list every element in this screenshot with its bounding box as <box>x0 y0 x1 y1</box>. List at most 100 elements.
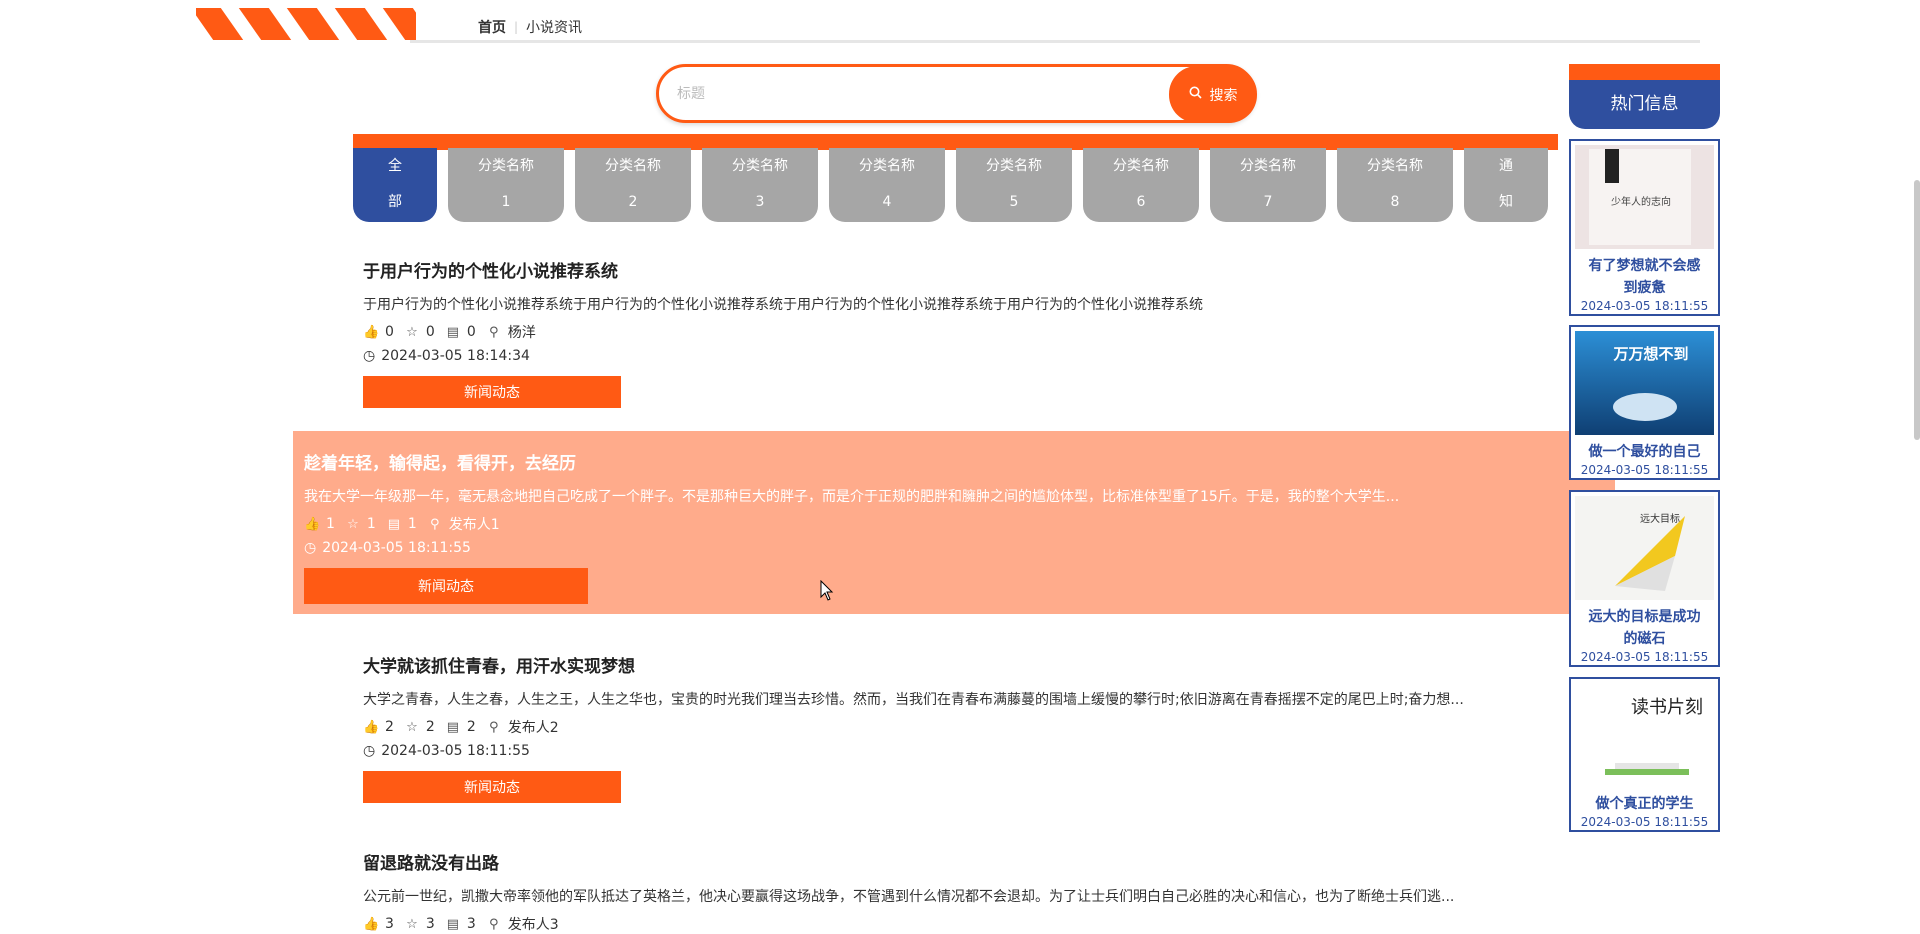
tab-category-1[interactable]: 分类名称 1 <box>448 148 564 222</box>
news-title[interactable]: 趁着年轻，输得起，看得开，去经历 <box>304 449 1605 474</box>
scrollbar-thumb[interactable] <box>1914 180 1920 440</box>
news-item[interactable]: 留退路就没有出路 公元前一世纪，凯撒大帝率领他的军队抵达了英格兰，他决心要赢得这… <box>363 849 1543 934</box>
tab-category-7[interactable]: 分类名称 7 <box>1210 148 1326 222</box>
sidebar-item-time: 2024-03-05 18:11:55 <box>1580 299 1709 313</box>
mouse-cursor-icon <box>820 579 834 606</box>
tab-label-line2: 1 <box>501 194 511 210</box>
sidebar-item[interactable]: 读书片刻 做个真正的学生 2024-03-05 18:11:55 <box>1569 677 1720 832</box>
comment-icon: ▤ <box>446 324 459 340</box>
sidebar-item-time: 2024-03-05 18:11:55 <box>1580 463 1709 477</box>
favorite-count: 3 <box>425 916 435 932</box>
header-stripes-decoration <box>196 8 416 40</box>
breadcrumb: 首页 | 小说资讯 <box>478 17 582 37</box>
author-name: 发布人1 <box>448 517 500 533</box>
user-icon: ⚲ <box>489 719 499 735</box>
like-count: 1 <box>326 516 335 532</box>
thumbs-up-icon: 👍 <box>363 324 380 340</box>
news-title[interactable]: 留退路就没有出路 <box>363 849 1543 874</box>
tab-label-line1: 全 <box>388 158 402 174</box>
book-cover-image: 少年人的志向 <box>1575 145 1714 253</box>
tab-label-line2: 4 <box>882 194 892 210</box>
tab-label-line2: 8 <box>1390 194 1400 210</box>
news-item-hovered[interactable]: 趁着年轻，输得起，看得开，去经历 我在大学一年级那一年，毫无悬念地把自己吃成了一… <box>293 431 1615 614</box>
news-item[interactable]: 大学就该抓住青春，用汗水实现梦想 大学之青春，人生之春，人生之王，人生之华也，宝… <box>363 652 1543 803</box>
sidebar-item-title-line2: 到疲惫 <box>1623 280 1666 296</box>
sidebar-item-title: 远大的目标是成功 的磁石 <box>1571 604 1718 650</box>
sidebar-item[interactable]: 万万想不到 做一个最好的自己 2024-03-05 18:11:55 <box>1569 325 1720 480</box>
sidebar-item-title-line1: 远大的目标是成功 <box>1588 609 1701 625</box>
news-category-button[interactable]: 新闻动态 <box>363 771 621 803</box>
search-button[interactable]: 搜索 <box>1169 66 1257 123</box>
tab-label-line2: 7 <box>1263 194 1273 210</box>
tab-label-line1: 分类名称 <box>859 158 915 174</box>
tab-label-line1: 通 <box>1499 158 1513 174</box>
user-icon: ⚲ <box>430 516 440 532</box>
favorite-count: 1 <box>366 516 376 532</box>
comment-count: 0 <box>466 324 476 340</box>
news-meta: 👍 0 ☆ 0 ▤ 0 ⚲ 杨洋 <box>363 322 1543 342</box>
news-title[interactable]: 于用户行为的个性化小说推荐系统 <box>363 257 1543 282</box>
tab-label-line1: 分类名称 <box>986 158 1042 174</box>
news-category-button[interactable]: 新闻动态 <box>304 568 588 604</box>
comment-icon: ▤ <box>387 516 400 532</box>
tab-label-line1: 分类名称 <box>605 158 661 174</box>
book-cover-title: 远大目标 <box>1640 512 1680 525</box>
search-input[interactable] <box>675 79 1095 109</box>
favorite-count: 2 <box>425 719 435 735</box>
tab-all[interactable]: 全 部 <box>353 148 437 222</box>
tab-notice[interactable]: 通 知 <box>1464 148 1548 222</box>
sidebar-item-title-line1: 有了梦想就不会感 <box>1588 258 1701 274</box>
news-description: 公元前一世纪，凯撒大帝率领他的军队抵达了英格兰，他决心要赢得这场战争，不管遇到什… <box>363 889 1455 905</box>
sidebar-item[interactable]: 少年人的志向 有了梦想就不会感 到疲惫 2024-03-05 18:11:55 <box>1569 139 1720 316</box>
like-count: 2 <box>385 719 394 735</box>
comment-count: 3 <box>466 916 476 932</box>
tab-label-line2: 6 <box>1136 194 1146 210</box>
like-count: 0 <box>385 324 394 340</box>
author-name: 杨洋 <box>507 325 536 341</box>
sidebar-item-title-line1: 做个真正的学生 <box>1595 796 1694 812</box>
search-button-label: 搜索 <box>1209 87 1238 104</box>
breadcrumb-current[interactable]: 小说资讯 <box>526 17 582 37</box>
tab-label-line2: 5 <box>1009 194 1019 210</box>
book-cover-image: 读书片刻 <box>1575 683 1714 791</box>
tab-category-6[interactable]: 分类名称 6 <box>1083 148 1199 222</box>
news-title[interactable]: 大学就该抓住青春，用汗水实现梦想 <box>363 652 1543 677</box>
tab-label-line1: 分类名称 <box>1240 158 1296 174</box>
news-item[interactable]: 于用户行为的个性化小说推荐系统 于用户行为的个性化小说推荐系统于用户行为的个性化… <box>363 257 1543 408</box>
news-description: 大学之青春，人生之春，人生之王，人生之华也，宝贵的时光我们理当去珍惜。然而，当我… <box>363 692 1464 708</box>
tab-label-line2: 知 <box>1499 194 1513 210</box>
tab-category-4[interactable]: 分类名称 4 <box>829 148 945 222</box>
tab-label-line2: 2 <box>628 194 638 210</box>
sidebar-item-title: 做个真正的学生 <box>1571 791 1718 815</box>
thumbs-up-icon: 👍 <box>363 916 380 932</box>
star-icon: ☆ <box>406 324 418 340</box>
news-description: 于用户行为的个性化小说推荐系统于用户行为的个性化小说推荐系统于用户行为的个性化小… <box>363 297 1203 313</box>
news-time: ◷ 2024-03-05 18:11:55 <box>304 540 1605 556</box>
news-category-button[interactable]: 新闻动态 <box>363 376 621 408</box>
user-icon: ⚲ <box>489 916 499 932</box>
thumbs-up-icon: 👍 <box>363 719 380 735</box>
news-time-value: 2024-03-05 18:14:34 <box>381 348 530 364</box>
header-divider <box>410 40 1700 43</box>
tab-category-8[interactable]: 分类名称 8 <box>1337 148 1453 222</box>
star-icon: ☆ <box>406 719 418 735</box>
tab-category-5[interactable]: 分类名称 5 <box>956 148 1072 222</box>
clock-icon: ◷ <box>304 540 317 556</box>
sidebar-item-title: 有了梦想就不会感 到疲惫 <box>1571 253 1718 299</box>
author-name: 发布人3 <box>507 917 559 933</box>
book-cover-image: 远大目标 <box>1575 496 1714 604</box>
news-time: ◷ 2024-03-05 18:14:34 <box>363 348 1543 364</box>
tab-category-3[interactable]: 分类名称 3 <box>702 148 818 222</box>
sidebar-item[interactable]: 远大目标 远大的目标是成功 的磁石 2024-03-05 18:11:55 <box>1569 490 1720 667</box>
comment-icon: ▤ <box>446 916 459 932</box>
tab-label-line2: 3 <box>755 194 765 210</box>
tab-category-2[interactable]: 分类名称 2 <box>575 148 691 222</box>
breadcrumb-home-link[interactable]: 首页 <box>478 17 506 37</box>
news-meta: 👍 1 ☆ 1 ▤ 1 ⚲ 发布人1 <box>304 514 1605 534</box>
sidebar-item-time: 2024-03-05 18:11:55 <box>1580 815 1709 829</box>
clock-icon: ◷ <box>363 348 376 364</box>
book-cover-title: 万万想不到 <box>1612 345 1688 363</box>
news-meta: 👍 2 ☆ 2 ▤ 2 ⚲ 发布人2 <box>363 717 1543 737</box>
sidebar-heading: 热门信息 <box>1569 64 1720 129</box>
thumbs-up-icon: 👍 <box>304 516 321 532</box>
